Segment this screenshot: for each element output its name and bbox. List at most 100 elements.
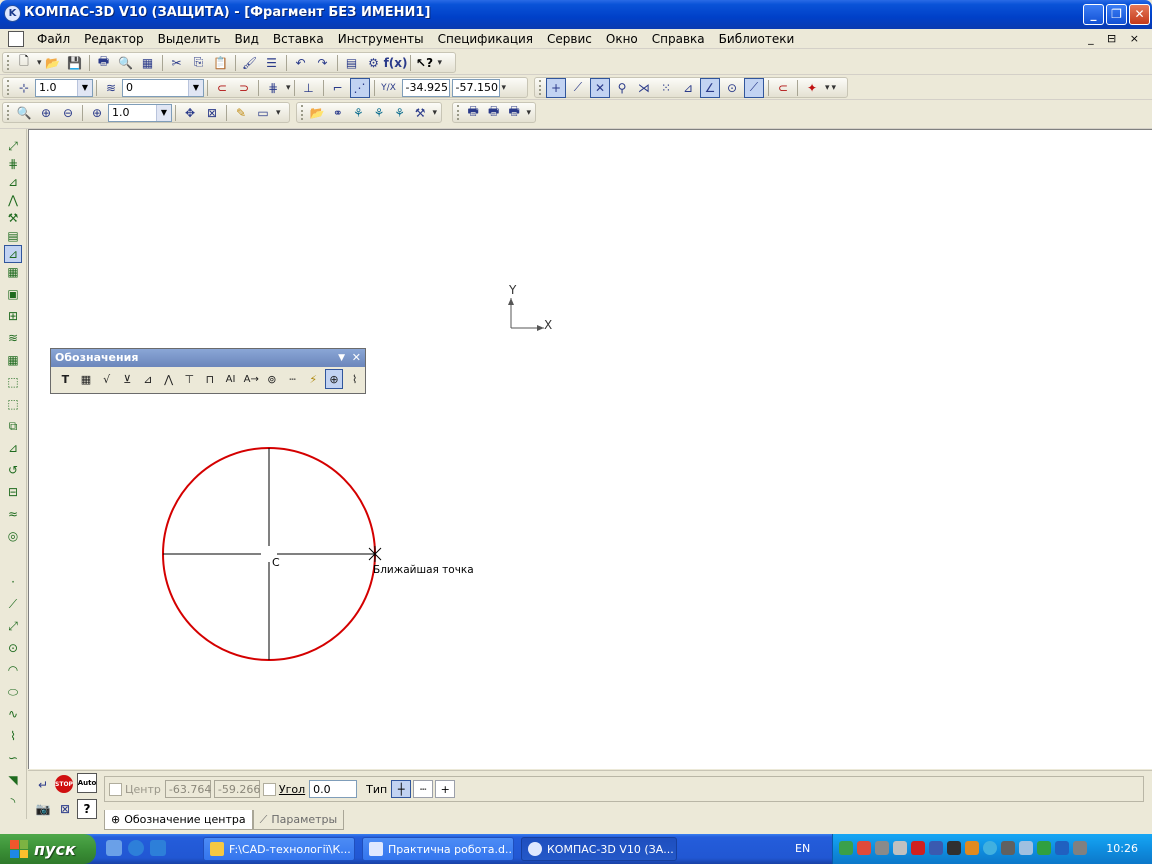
export-print2-icon[interactable]: 🖶	[484, 103, 503, 123]
language-indicator[interactable]: EN	[795, 842, 810, 855]
rotate-icon[interactable]: ↺	[4, 461, 22, 479]
quicklaunch-icon-3[interactable]	[150, 840, 166, 856]
function-icon[interactable]: f(x)	[384, 53, 408, 73]
tab-center-designation[interactable]: ⊕ Обозначение центра	[104, 810, 253, 830]
select-secant-icon[interactable]: ⬚	[4, 395, 22, 413]
new-document-icon[interactable]: 🗋	[14, 53, 34, 73]
document-icon[interactable]	[8, 31, 24, 47]
pan-icon[interactable]: ✥	[180, 103, 200, 123]
tray-icon-8[interactable]	[965, 841, 979, 855]
grid-icon[interactable]: ⋕	[263, 78, 283, 98]
menu-item-4[interactable]: Вставка	[266, 32, 331, 46]
snap-middle-icon[interactable]: ⋊	[634, 78, 654, 98]
screenshot-icon[interactable]: 📷	[33, 799, 53, 819]
cut-line-icon[interactable]: ⊚	[263, 369, 282, 389]
layer-combo[interactable]: 0 ▼	[122, 78, 204, 97]
geometry-group-icon[interactable]: ⤢	[4, 137, 22, 155]
table-icon[interactable]: ▦	[77, 369, 96, 389]
select-object-icon[interactable]: ⊿	[4, 439, 22, 457]
tray-icon-9[interactable]	[983, 841, 997, 855]
tray-icon-1[interactable]	[839, 841, 853, 855]
export-print3-icon[interactable]: 🖶	[505, 103, 524, 123]
show-all-icon[interactable]: ⊠	[202, 103, 222, 123]
angle-checkbox[interactable]	[262, 782, 276, 796]
line-icon[interactable]: ⟋	[4, 595, 22, 613]
undo-icon[interactable]: ↶	[291, 53, 311, 73]
minimize-button[interactable]: _	[1083, 4, 1104, 25]
fillet-icon[interactable]: ◝	[4, 793, 22, 811]
menu-item-2[interactable]: Выделить	[151, 32, 228, 46]
display-icon[interactable]: ▭	[253, 103, 273, 123]
task-explorer[interactable]: F:\CAD-технології\К...	[203, 837, 355, 861]
leader-icon[interactable]: ⋀	[159, 369, 178, 389]
snap-end-icon[interactable]: ⟋	[568, 78, 588, 98]
restore-button[interactable]: ❐	[1106, 4, 1127, 25]
designations-group-icon[interactable]: ⊿	[4, 173, 22, 191]
auto-create-icon[interactable]: Auto	[77, 773, 97, 793]
layers-icon[interactable]: ≋	[101, 78, 121, 98]
tolerance-icon[interactable]: ⊿	[139, 369, 158, 389]
library-fragment-icon[interactable]: ⚘	[390, 103, 409, 123]
ortho-mode-icon[interactable]: ⌐	[328, 78, 348, 98]
menu-item-10[interactable]: Библиотеки	[712, 32, 802, 46]
type-dashed-icon[interactable]: ┄	[413, 780, 434, 798]
zoom-combo[interactable]: 1.0 ▼	[108, 103, 172, 122]
refresh-icon[interactable]: ✎	[231, 103, 251, 123]
measure-group-icon[interactable]: ▤	[4, 227, 22, 245]
tray-icon-13[interactable]	[1055, 841, 1069, 855]
manager-icon[interactable]: ▤	[342, 53, 362, 73]
menu-item-8[interactable]: Окно	[599, 32, 645, 46]
zoom-in-icon[interactable]: ⊕	[36, 103, 56, 123]
menu-item-0[interactable]: Файл	[30, 32, 77, 46]
spec-group-icon[interactable]: ▦	[4, 263, 22, 281]
tray-icon-14[interactable]	[1073, 841, 1087, 855]
view-arrow-icon[interactable]: A→	[242, 369, 261, 389]
stop-icon[interactable]: STOP	[55, 775, 73, 793]
point-icon[interactable]: ·	[4, 573, 22, 591]
zoom-window-icon[interactable]: 🔍	[14, 103, 34, 123]
snap-nearest-icon[interactable]: ⚲	[612, 78, 632, 98]
help-pointer-icon[interactable]: ↖?	[415, 53, 435, 73]
snap-center-icon[interactable]: ⊙	[722, 78, 742, 98]
segment-icon[interactable]: ⤢	[4, 617, 22, 635]
layers-panel-icon[interactable]: ≋	[4, 329, 22, 347]
type-cross-icon[interactable]: ┼	[391, 780, 412, 798]
tray-icon-3[interactable]	[875, 841, 889, 855]
line-break-icon[interactable]: ⊤	[180, 369, 199, 389]
snap-normal-icon[interactable]: ⟋	[744, 77, 764, 98]
library-find-icon[interactable]: ⚭	[329, 103, 348, 123]
save-icon[interactable]: 💾	[65, 53, 85, 73]
center-x-field[interactable]: -63.764	[164, 780, 211, 798]
roughness-icon[interactable]: √	[97, 369, 116, 389]
library-tools-icon[interactable]: ⚒	[411, 103, 430, 123]
polyline-icon[interactable]: ⌇	[4, 727, 22, 745]
variables-icon[interactable]: ⚙	[364, 53, 384, 73]
snap-tangent-icon[interactable]: ⊿	[678, 78, 698, 98]
close-button[interactable]: ✕	[1129, 4, 1150, 25]
dashed-line-icon[interactable]: ┄	[283, 369, 302, 389]
snap-intersection-icon[interactable]: ✕	[590, 77, 610, 98]
snap-grid-icon[interactable]: ⁙	[656, 78, 676, 98]
position-icon[interactable]: ⊓	[201, 369, 220, 389]
axis-marker-icon[interactable]: AI	[221, 369, 240, 389]
zoom-dynamic-icon[interactable]: ⊕	[87, 103, 107, 123]
dimensions-group-icon[interactable]: ⋕	[4, 155, 22, 173]
copy-icon[interactable]: ⎘	[189, 53, 209, 73]
angle-field[interactable]: 0.0	[309, 780, 358, 798]
menu-item-5[interactable]: Инструменты	[331, 32, 431, 46]
snap-mode-icon[interactable]: ✦	[802, 78, 822, 98]
menu-item-1[interactable]: Редактор	[77, 32, 150, 46]
base-icon[interactable]: ⊻	[118, 369, 137, 389]
internet-explorer-icon[interactable]	[128, 840, 144, 856]
tab-parameters[interactable]: ⟋ Параметры	[252, 810, 345, 830]
tray-icon-10[interactable]	[1001, 841, 1015, 855]
rect-panel-icon[interactable]: ▦	[4, 351, 22, 369]
help-icon[interactable]: ?	[77, 799, 97, 819]
cut-icon[interactable]: ✂	[167, 53, 187, 73]
select-frame-icon[interactable]: ⬚	[4, 373, 22, 391]
open-icon[interactable]: 📂	[43, 53, 63, 73]
panel-menu-icon[interactable]: ▼	[338, 349, 345, 367]
coord-y-field[interactable]: -57.150	[451, 78, 500, 97]
panel-close-icon[interactable]: ✕	[352, 349, 361, 367]
tray-icon-5[interactable]	[911, 841, 925, 855]
